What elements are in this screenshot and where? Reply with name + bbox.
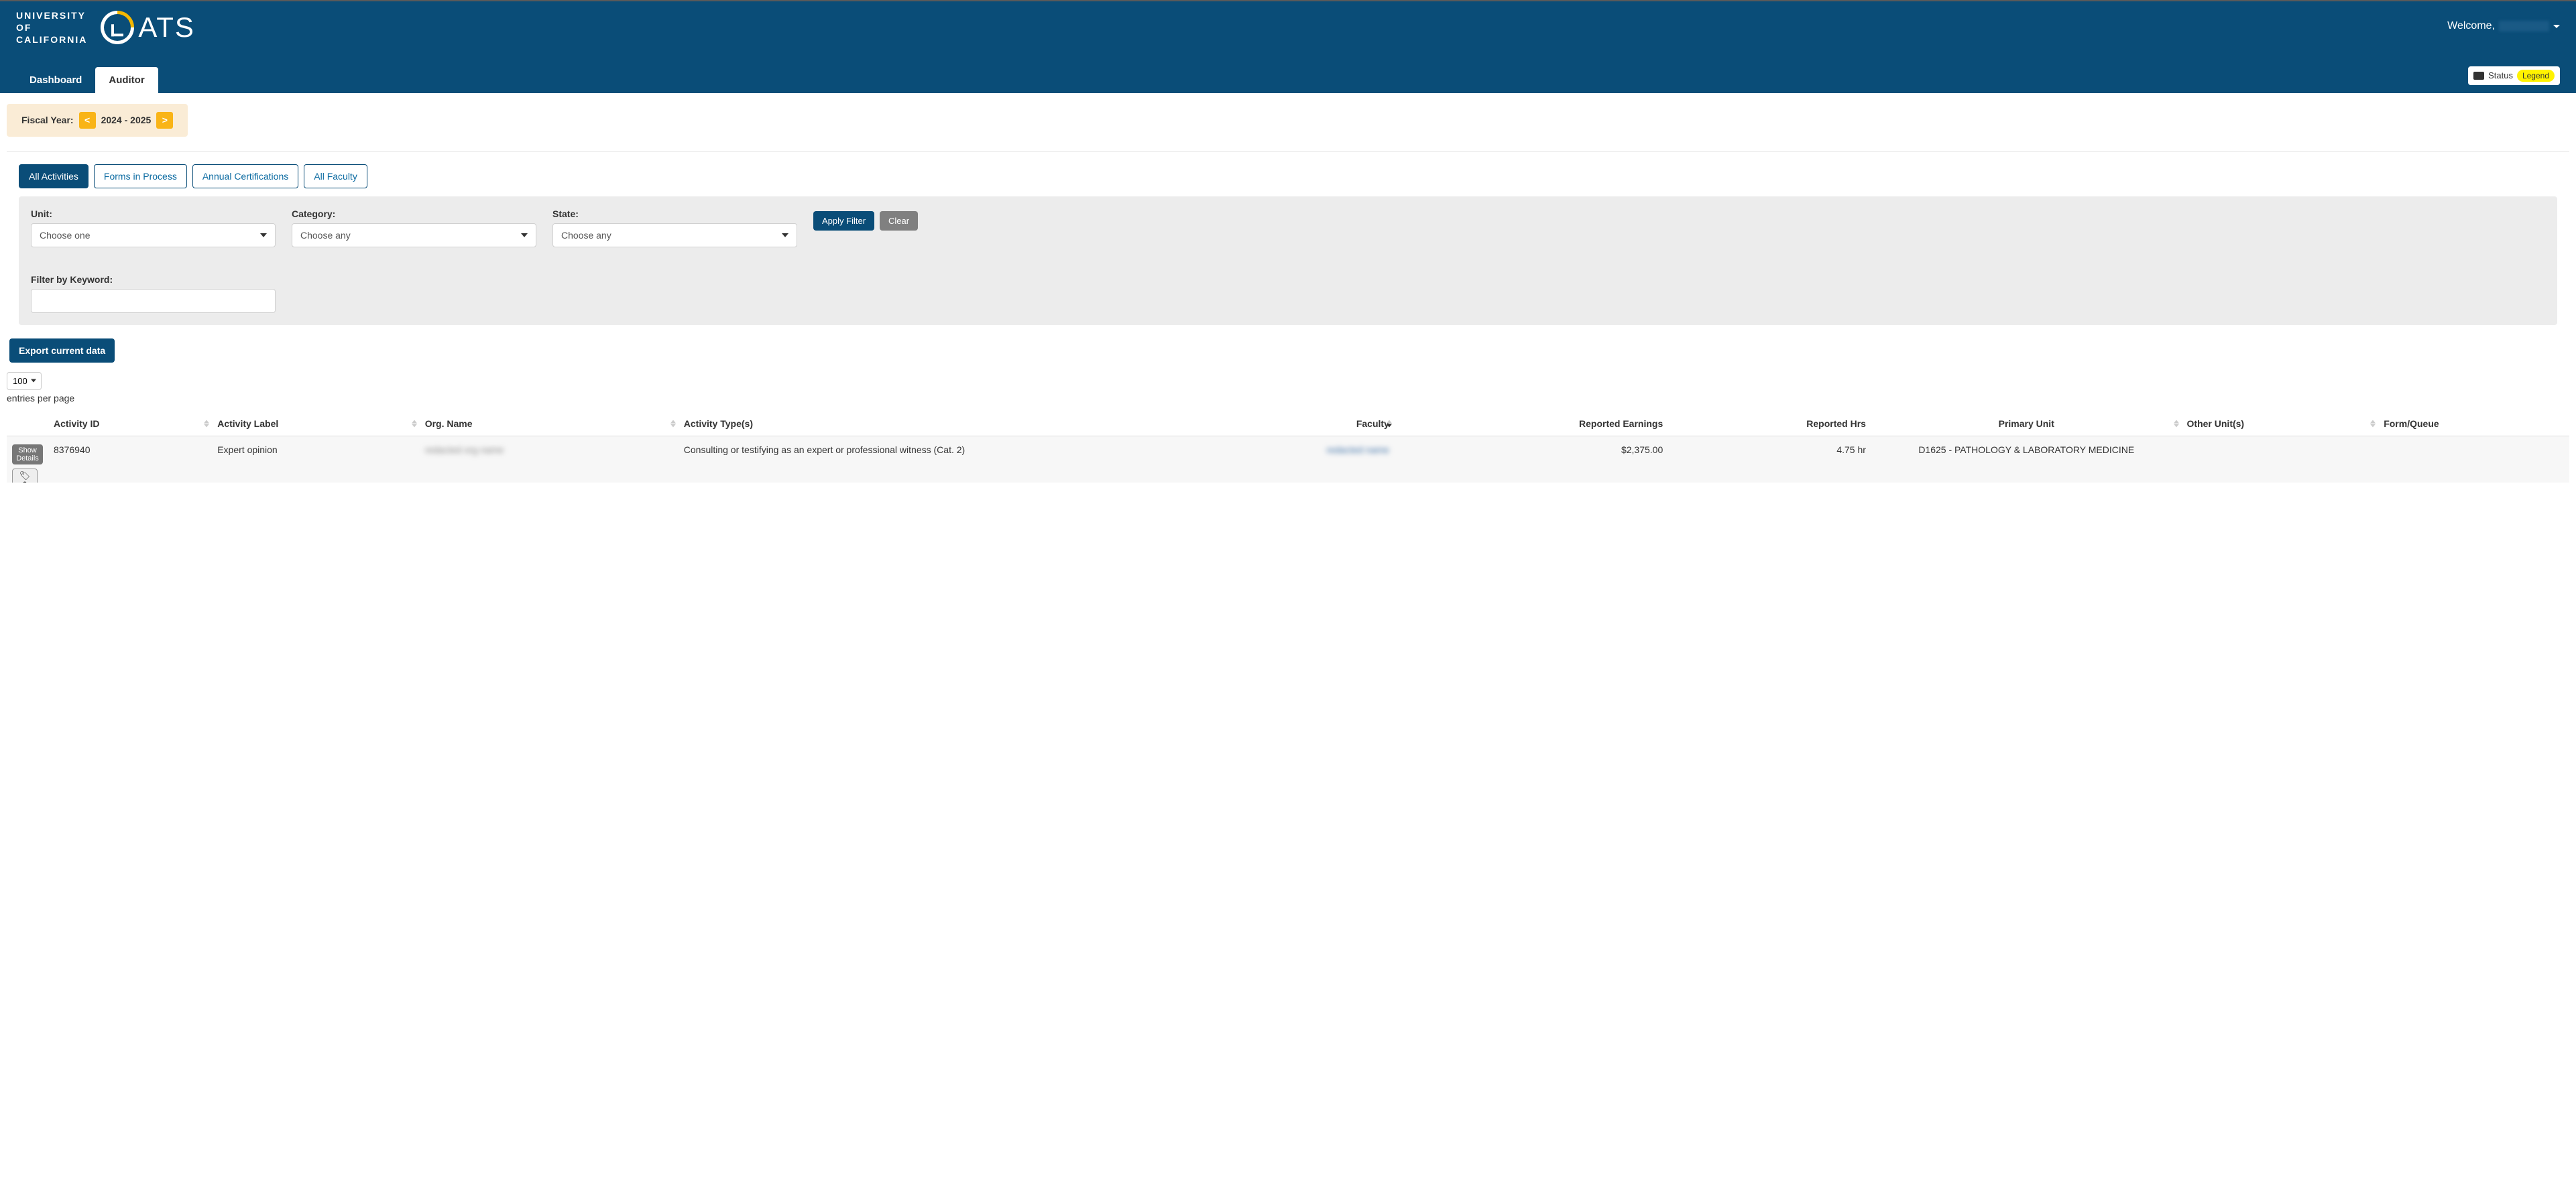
oats-clock-icon (94, 4, 141, 52)
help-icon (2473, 72, 2484, 80)
sort-icon (2370, 420, 2376, 427)
keyword-filter-label: Filter by Keyword: (31, 274, 276, 285)
uc-logo: UNIVERSITY OF CALIFORNIA (16, 9, 87, 46)
caret-down-icon (2553, 25, 2560, 28)
filter-panel: Unit: Choose one Category: Choose any St… (19, 196, 2557, 325)
unit-select-value: Choose one (40, 230, 91, 241)
cell-form-queue (2378, 436, 2569, 483)
category-filter-label: Category: (292, 208, 536, 219)
cell-reported-hrs: 4.75 hr (1668, 436, 1871, 483)
col-details (7, 412, 48, 436)
attachments-button[interactable]: 🏷 0 (12, 469, 38, 483)
table-row: Show Details 🏷 0 8376940 Expert opinion … (7, 436, 2569, 483)
cell-reported-earnings: $2,375.00 (1395, 436, 1668, 483)
fiscal-year-prev-button[interactable]: < (79, 112, 96, 129)
col-reported-hrs[interactable]: Reported Hrs (1668, 412, 1871, 436)
oats-logo-text: ATS (138, 11, 195, 44)
cell-org-name: redacted org name (420, 436, 679, 483)
col-primary-unit[interactable]: Primary Unit (1871, 412, 2182, 436)
uc-logo-line3: CALIFORNIA (16, 34, 87, 46)
status-label: Status (2488, 70, 2513, 80)
tab-dashboard[interactable]: Dashboard (16, 67, 95, 93)
main-tabs: Dashboard Auditor (16, 67, 158, 93)
fiscal-year-next-button[interactable]: > (156, 112, 173, 129)
legend-badge: Legend (2517, 70, 2555, 82)
entries-per-page-select[interactable]: 100 (7, 372, 42, 390)
unit-select[interactable]: Choose one (31, 223, 276, 247)
export-button[interactable]: Export current data (9, 338, 115, 363)
col-reported-earnings[interactable]: Reported Earnings (1395, 412, 1668, 436)
cell-primary-unit: D1625 - PATHOLOGY & LABORATORY MEDICINE (1871, 436, 2182, 483)
col-other-units[interactable]: Other Unit(s) (2182, 412, 2379, 436)
filter-tab-all-faculty[interactable]: All Faculty (304, 164, 367, 188)
col-activity-label[interactable]: Activity Label (212, 412, 419, 436)
sort-icon (204, 420, 209, 427)
app-header: UNIVERSITY OF CALIFORNIA ATS Welcome, Da… (0, 1, 2576, 93)
chevron-down-icon (521, 233, 528, 237)
sort-desc-icon (1387, 420, 1392, 427)
tag-icon: 🏷 (17, 471, 33, 480)
welcome-user-menu[interactable]: Welcome, (2447, 9, 2560, 32)
col-form-queue[interactable]: Form/Queue (2378, 412, 2569, 436)
col-faculty[interactable]: Faculty (1183, 412, 1395, 436)
cell-activity-types: Consulting or testifying as an expert or… (679, 436, 1183, 483)
oats-logo: ATS (101, 11, 195, 44)
unit-filter-label: Unit: (31, 208, 276, 219)
divider (7, 151, 2569, 152)
state-select[interactable]: Choose any (552, 223, 797, 247)
filter-tab-annual-certifications[interactable]: Annual Certifications (192, 164, 298, 188)
cell-activity-label: Expert opinion (212, 436, 419, 483)
state-select-value: Choose any (561, 230, 611, 241)
welcome-username-redacted (2499, 21, 2549, 32)
apply-filter-button[interactable]: Apply Filter (813, 211, 874, 231)
uc-logo-line1: UNIVERSITY (16, 9, 87, 21)
filter-tabs: All Activities Forms in Process Annual C… (19, 164, 2557, 188)
cell-faculty[interactable]: redacted name (1183, 436, 1395, 483)
welcome-label: Welcome, (2447, 20, 2495, 32)
fiscal-year-selector: Fiscal Year: < 2024 - 2025 > (7, 104, 188, 137)
sort-icon (670, 420, 676, 427)
activities-table: Activity ID Activity Label Org. Name Act… (7, 412, 2569, 483)
category-select[interactable]: Choose any (292, 223, 536, 247)
chevron-down-icon (782, 233, 788, 237)
status-legend-button[interactable]: Status Legend (2468, 66, 2560, 85)
clear-filter-button[interactable]: Clear (880, 211, 918, 231)
logo-area: UNIVERSITY OF CALIFORNIA ATS (16, 9, 195, 46)
filter-tab-all-activities[interactable]: All Activities (19, 164, 89, 188)
show-details-button[interactable]: Show Details (12, 444, 43, 464)
col-activity-id[interactable]: Activity ID (48, 412, 212, 436)
keyword-input[interactable] (31, 289, 276, 313)
category-select-value: Choose any (300, 230, 351, 241)
fiscal-year-label: Fiscal Year: (21, 115, 74, 125)
col-activity-types[interactable]: Activity Type(s) (679, 412, 1183, 436)
col-org-name[interactable]: Org. Name (420, 412, 679, 436)
sort-icon (2174, 420, 2179, 427)
tab-auditor[interactable]: Auditor (95, 67, 158, 93)
fiscal-year-value: 2024 - 2025 (101, 115, 152, 125)
uc-logo-line2: OF (16, 21, 87, 34)
chevron-down-icon (260, 233, 267, 237)
state-filter-label: State: (552, 208, 797, 219)
sort-icon (412, 420, 417, 427)
filter-tab-forms-in-process[interactable]: Forms in Process (94, 164, 187, 188)
cell-other-units (2182, 436, 2379, 483)
cell-activity-id: 8376940 (48, 436, 212, 483)
entries-per-page-label: entries per page (7, 393, 2569, 403)
